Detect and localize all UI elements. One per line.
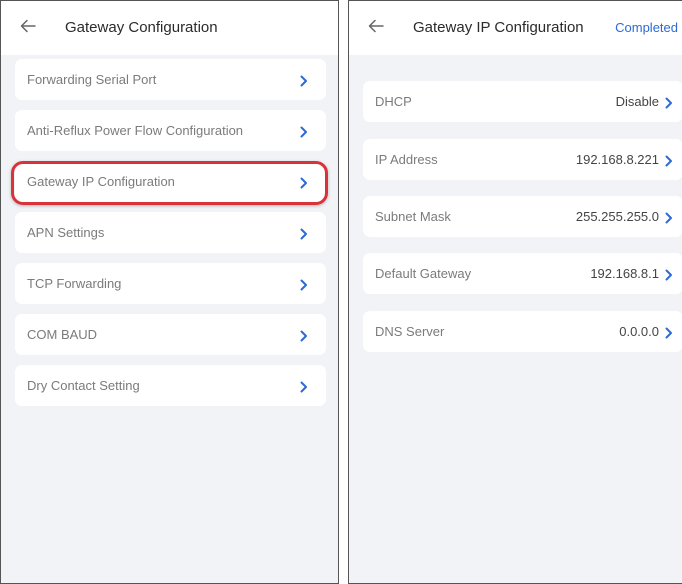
back-arrow-icon[interactable] bbox=[19, 17, 37, 35]
field-dns-server[interactable]: DNS Server 0.0.0.0 bbox=[363, 311, 682, 352]
menu-item-label: TCP Forwarding bbox=[27, 276, 122, 291]
field-subnet-mask[interactable]: Subnet Mask 255.255.255.0 bbox=[363, 196, 682, 237]
field-value: 255.255.255.0 bbox=[575, 209, 659, 224]
menu-item-gateway-ip-configuration[interactable]: Gateway IP Configuration bbox=[15, 161, 326, 202]
chevron-right-icon bbox=[300, 380, 308, 393]
menu-item-label: Forwarding Serial Port bbox=[27, 72, 157, 87]
header: Gateway Configuration bbox=[1, 1, 338, 55]
page-title: Gateway Configuration bbox=[65, 19, 218, 36]
menu-item-anti-reflux-power-flow[interactable]: Anti-Reflux Power Flow Configuration bbox=[15, 110, 326, 151]
chevron-right-icon bbox=[300, 74, 308, 87]
chevron-right-icon bbox=[300, 125, 308, 138]
menu-item-forwarding-serial-port[interactable]: Forwarding Serial Port bbox=[15, 59, 326, 100]
field-label: Subnet Mask bbox=[375, 209, 451, 224]
field-label: Default Gateway bbox=[375, 266, 472, 281]
field-label: DNS Server bbox=[375, 324, 445, 339]
field-value: 192.168.8.1 bbox=[590, 266, 659, 281]
chevron-right-icon bbox=[665, 211, 673, 224]
field-label: IP Address bbox=[375, 152, 438, 167]
header: Gateway IP Configuration Completed bbox=[349, 1, 682, 55]
chevron-right-icon bbox=[300, 176, 308, 189]
field-value: Disable bbox=[615, 94, 659, 109]
back-arrow-icon[interactable] bbox=[367, 17, 385, 35]
chevron-right-icon bbox=[665, 326, 673, 339]
menu-item-label: Gateway IP Configuration bbox=[27, 174, 175, 189]
field-value: 192.168.8.221 bbox=[575, 152, 659, 167]
completed-button[interactable]: Completed bbox=[615, 20, 678, 35]
field-value: 0.0.0.0 bbox=[619, 324, 659, 339]
gateway-configuration-screen: Gateway Configuration Forwarding Serial … bbox=[0, 0, 339, 584]
chevron-right-icon bbox=[665, 154, 673, 167]
menu-item-tcp-forwarding[interactable]: TCP Forwarding bbox=[15, 263, 326, 304]
chevron-right-icon bbox=[300, 227, 308, 240]
menu-item-label: APN Settings bbox=[27, 225, 105, 240]
menu-item-com-baud[interactable]: COM BAUD bbox=[15, 314, 326, 355]
menu-item-dry-contact-setting[interactable]: Dry Contact Setting bbox=[15, 365, 326, 406]
field-default-gateway[interactable]: Default Gateway 192.168.8.1 bbox=[363, 253, 682, 294]
menu-item-apn-settings[interactable]: APN Settings bbox=[15, 212, 326, 253]
chevron-right-icon bbox=[300, 329, 308, 342]
page-title: Gateway IP Configuration bbox=[413, 19, 584, 36]
chevron-right-icon bbox=[300, 278, 308, 291]
menu-item-label: Anti-Reflux Power Flow Configuration bbox=[27, 123, 244, 138]
menu-item-label: Dry Contact Setting bbox=[27, 378, 140, 393]
gateway-ip-configuration-screen: Gateway IP Configuration Completed DHCP … bbox=[348, 0, 682, 584]
menu-item-label: COM BAUD bbox=[27, 327, 98, 342]
chevron-right-icon bbox=[665, 268, 673, 281]
field-dhcp[interactable]: DHCP Disable bbox=[363, 81, 682, 122]
chevron-right-icon bbox=[665, 96, 673, 109]
field-ip-address[interactable]: IP Address 192.168.8.221 bbox=[363, 139, 682, 180]
field-label: DHCP bbox=[375, 94, 412, 109]
